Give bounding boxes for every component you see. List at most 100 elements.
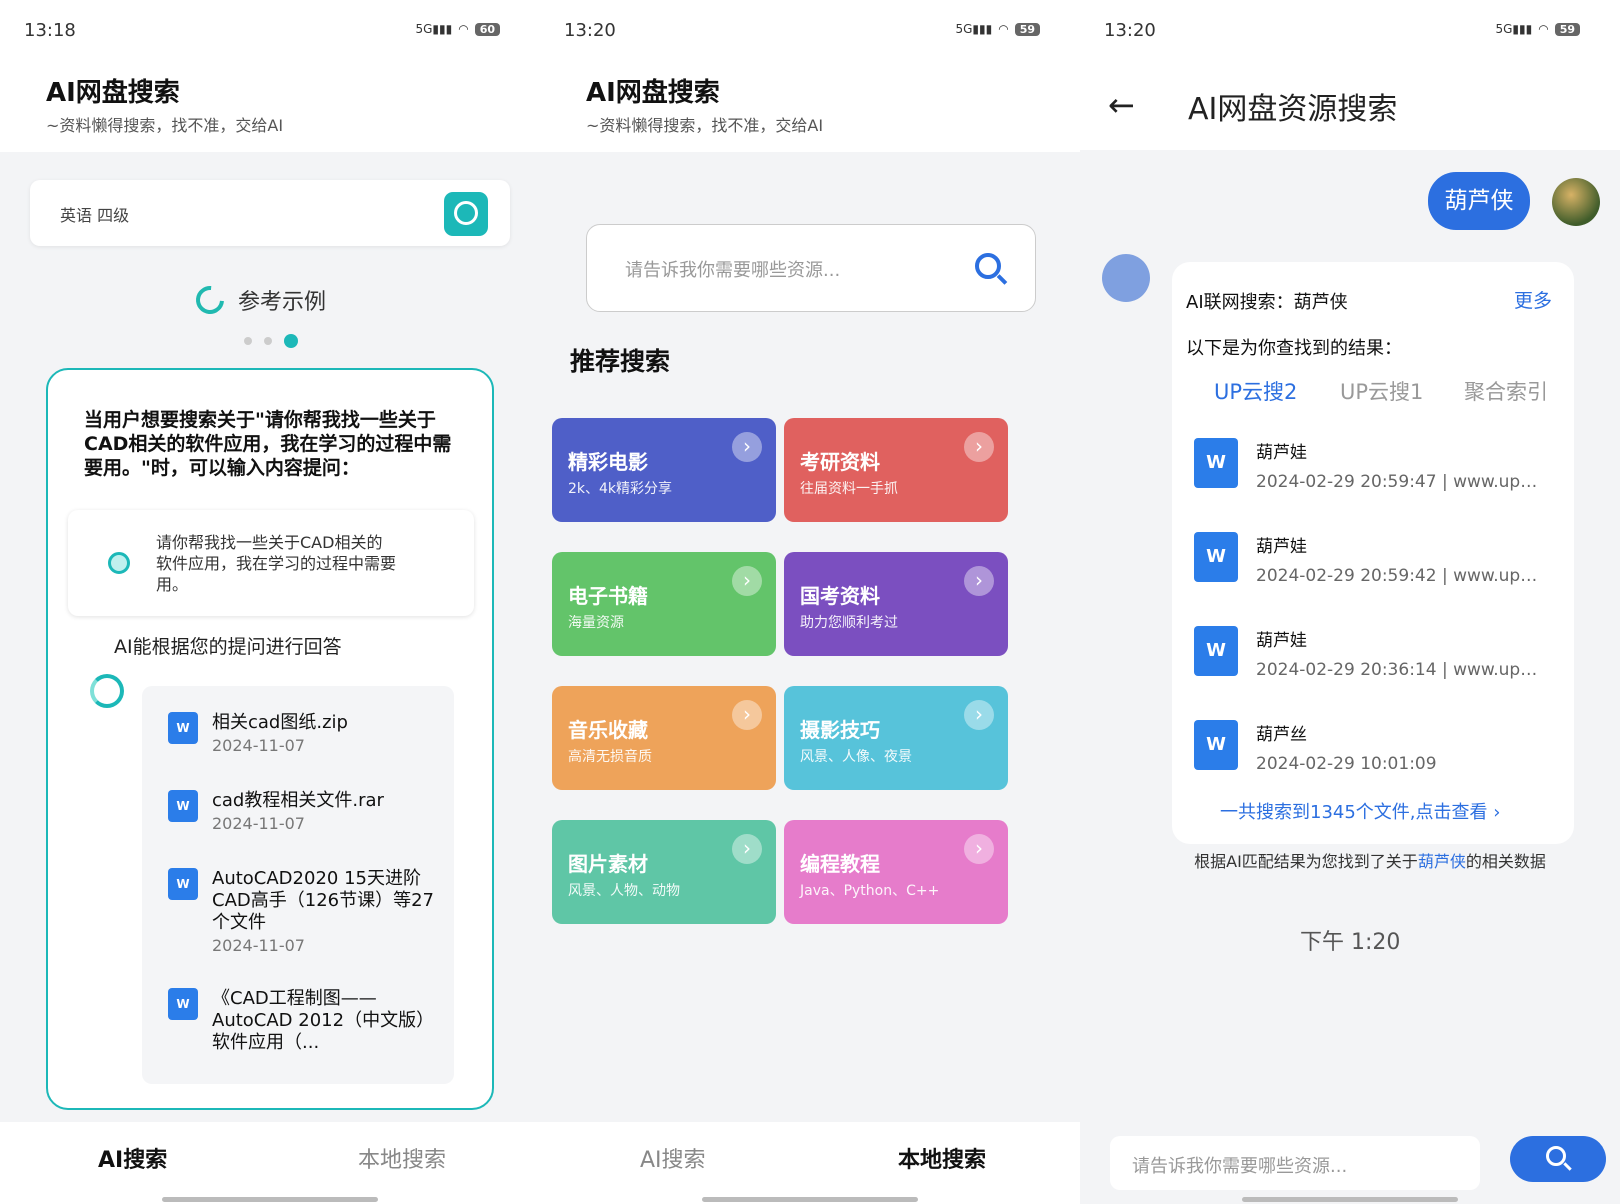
result-name: 葫芦娃 [1256, 537, 1307, 557]
tab-up-search-1[interactable]: UP云搜1 [1340, 376, 1423, 406]
tile-subtitle: 高清无损音质 [568, 749, 652, 765]
tile-subtitle: 风景、人像、夜景 [800, 749, 912, 765]
carousel-dot[interactable] [264, 337, 272, 345]
tab-aggregate-index[interactable]: 聚合索引 [1464, 376, 1548, 406]
file-date: 2024-11-07 [212, 936, 305, 955]
battery-icon: 59 [1014, 22, 1040, 36]
category-tile[interactable]: 国考资料 助力您顺利考过 › [784, 552, 1008, 656]
status-icons: 5G▮▮▮ ◠ 59 [1495, 22, 1580, 36]
result-subtitle: 以下是为你查找到的结果： [1186, 338, 1402, 359]
result-list: W 葫芦娃 2024-02-29 20:59:47 | www.upy··· W… [1194, 426, 1564, 788]
list-item: W AutoCAD2020 15天进阶CAD高手（126节课）等27 个文件 2… [168, 868, 438, 964]
category-tile[interactable]: 图片素材 风景、人物、动物 › [552, 820, 776, 924]
signal-icon: 5G▮▮▮ [415, 22, 453, 36]
total-results-link[interactable]: 一共搜索到1345个文件,点击查看 › [1220, 798, 1500, 824]
more-link[interactable]: 更多 [1514, 286, 1552, 313]
list-item[interactable]: W 葫芦娃 2024-02-29 20:59:42 | www.upy··· [1194, 532, 1554, 622]
bottom-tab-bar: AI搜索 本地搜索 [0, 1122, 540, 1204]
list-item[interactable]: W 葫芦娃 2024-02-29 20:36:14 | www.upy··· [1194, 626, 1554, 716]
back-arrow-icon[interactable]: ← [1108, 86, 1135, 124]
list-item: W 相关cad图纸.zip 2024-11-07 [168, 712, 438, 762]
word-icon: W [1194, 626, 1238, 676]
wifi-icon: ◠ [458, 22, 469, 36]
list-item: W cad教程相关文件.rar 2024-11-07 [168, 790, 438, 840]
result-card: AI联网搜索：葫芦侠 更多 以下是为你查找到的结果： UP云搜2 UP云搜1 聚… [1172, 262, 1574, 844]
tile-subtitle: 往届资料一手抓 [800, 481, 898, 497]
search-icon[interactable] [975, 253, 1001, 279]
footer-prefix: 根据AI匹配结果为您找到了关于 [1194, 852, 1418, 871]
wifi-icon: ◠ [1538, 22, 1549, 36]
chevron-right-icon: › [964, 566, 994, 596]
example-title: 参考示例 [238, 290, 327, 315]
home-indicator [702, 1197, 918, 1202]
send-search-button[interactable] [1510, 1136, 1606, 1182]
tile-subtitle: 助力您顺利考过 [800, 615, 898, 631]
file-name: AutoCAD2020 15天进阶CAD高手（126节课）等27 个文件 [212, 868, 435, 933]
signal-icon: 5G▮▮▮ [1495, 22, 1533, 36]
tab-local-search[interactable]: 本地搜索 [358, 1142, 446, 1174]
chevron-right-icon: › [732, 566, 762, 596]
recommend-title: 推荐搜索 [570, 347, 671, 376]
bottom-tab-bar: AI搜索 本地搜索 [540, 1122, 1080, 1204]
tile-title: 图片素材 [568, 852, 648, 876]
chevron-right-icon: › [964, 834, 994, 864]
tile-subtitle: 海量资源 [568, 615, 624, 631]
page-header: ← AI网盘资源搜索 [1080, 60, 1620, 150]
category-tile[interactable]: 编程教程 Java、Python、C++ › [784, 820, 1008, 924]
tile-title: 音乐收藏 [568, 718, 648, 742]
avatar[interactable] [1552, 178, 1600, 226]
tile-title: 编程教程 [800, 852, 880, 876]
app-header: AI网盘搜索 ~资料懒得搜索，找不准，交给AI [540, 60, 1080, 152]
word-icon: W [168, 868, 198, 900]
battery-icon: 60 [474, 22, 500, 36]
ai-avatar [1102, 254, 1150, 302]
category-tile[interactable]: 音乐收藏 高清无损音质 › [552, 686, 776, 790]
panel-local-search: 13:20 5G▮▮▮ ◠ 59 AI网盘搜索 ~资料懒得搜索，找不准，交给AI 请… [540, 0, 1080, 1204]
list-item[interactable]: W 葫芦娃 2024-02-29 20:59:47 | www.upy··· [1194, 438, 1554, 528]
file-name: 《CAD工程制图——AutoCAD 2012（中文版）软件应用（... [212, 988, 435, 1053]
category-tile[interactable]: 精彩电影 2k、4k精彩分享 › [552, 418, 776, 522]
word-icon: W [168, 790, 198, 822]
status-time: 13:18 [24, 20, 76, 41]
list-item[interactable]: W 葫芦丝 2024-02-29 10:01:09 [1194, 720, 1554, 788]
carousel-dots[interactable] [244, 334, 298, 348]
app-title: AI网盘搜索 [46, 78, 180, 108]
category-tile[interactable]: 考研资料 往届资料一手抓 › [784, 418, 1008, 522]
result-meta: 2024-02-29 10:01:09 [1256, 754, 1437, 774]
file-date: 2024-11-07 [212, 814, 305, 833]
app-title: AI网盘搜索 [586, 78, 720, 108]
page-title: AI网盘资源搜索 [1188, 92, 1398, 127]
carousel-dot-active[interactable] [284, 334, 298, 348]
status-icons: 5G▮▮▮ ◠ 60 [415, 22, 500, 36]
search-input[interactable]: 请告诉我你需要哪些资源... [586, 224, 1036, 312]
example-card: 当用户想要搜索关于"请你帮我找一些关于CAD相关的软件应用，我在学习的过程中需要… [46, 368, 494, 1110]
app-subtitle: ~资料懒得搜索，找不准，交给AI [586, 116, 824, 135]
tile-subtitle: Java、Python、C++ [800, 883, 940, 899]
result-meta: 2024-02-29 20:59:42 | www.upy··· [1256, 566, 1546, 586]
word-icon: W [168, 712, 198, 744]
tab-ai-search[interactable]: AI搜索 [640, 1142, 706, 1174]
tile-subtitle: 2k、4k精彩分享 [568, 481, 673, 497]
tile-subtitle: 风景、人物、动物 [568, 883, 680, 899]
chat-input-bar: 请告诉我你需要哪些资源... [1080, 1124, 1620, 1204]
category-tile[interactable]: 电子书籍 海量资源 › [552, 552, 776, 656]
tile-title: 摄影技巧 [800, 718, 880, 742]
status-time: 13:20 [564, 20, 616, 41]
status-bar: 13:20 5G▮▮▮ ◠ 59 [540, 0, 1080, 60]
home-indicator [1242, 1197, 1458, 1202]
word-icon: W [1194, 438, 1238, 488]
tab-ai-search[interactable]: AI搜索 [98, 1142, 167, 1174]
category-tile[interactable]: 摄影技巧 风景、人像、夜景 › [784, 686, 1008, 790]
tab-local-search[interactable]: 本地搜索 [898, 1142, 986, 1174]
chat-input-placeholder: 请告诉我你需要哪些资源... [1132, 1156, 1348, 1177]
panel-chat-search: 13:20 5G▮▮▮ ◠ 59 ← AI网盘资源搜索 葫芦侠 AI联网搜索：葫芦侠… [1080, 0, 1620, 1204]
search-input[interactable]: 英语 四级 [30, 180, 510, 246]
result-meta: 2024-02-29 20:59:47 | www.upy··· [1256, 472, 1546, 492]
tab-up-search-2[interactable]: UP云搜2 [1214, 376, 1297, 406]
search-placeholder: 请告诉我你需要哪些资源... [625, 260, 841, 281]
carousel-dot[interactable] [244, 337, 252, 345]
chat-timestamp: 下午 1:20 [1300, 930, 1401, 955]
search-button[interactable] [444, 192, 488, 236]
status-bar: 13:20 5G▮▮▮ ◠ 59 [1080, 0, 1620, 60]
chat-input[interactable]: 请告诉我你需要哪些资源... [1110, 1136, 1480, 1190]
